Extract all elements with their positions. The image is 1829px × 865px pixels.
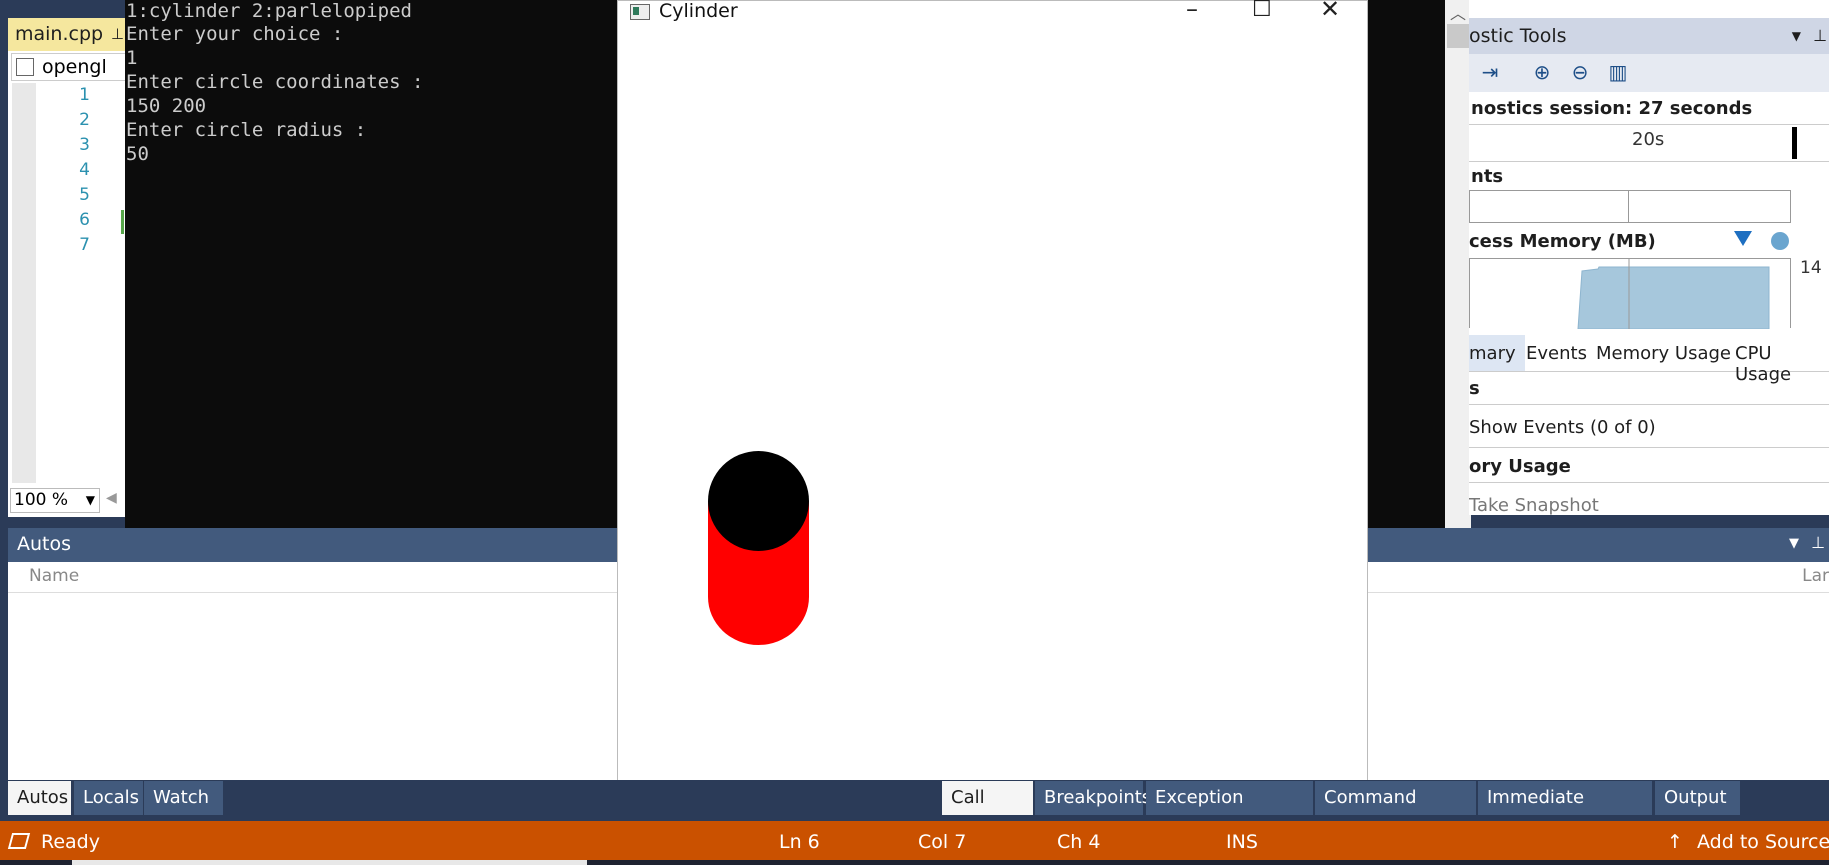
status-ready: Ready (41, 831, 100, 853)
scroll-thumb[interactable] (1447, 24, 1469, 48)
memory-label: cess Memory (MB) (1469, 231, 1656, 252)
timeline-cursor (1792, 127, 1797, 159)
pin-icon[interactable]: ⊥ (111, 18, 124, 51)
zoom-in-icon[interactable]: ⊕ (1529, 59, 1555, 85)
snapshot-marker-icon (1734, 231, 1752, 246)
line-number: 2 (79, 110, 90, 130)
tab-exception-settings[interactable]: Exception Settings (1146, 781, 1313, 842)
memory-usage-header: ory Usage (1469, 456, 1571, 477)
line-number: 7 (79, 235, 90, 255)
navigation-combo[interactable]: opengl (11, 53, 126, 81)
cylinder-window[interactable]: Cylinder – ☐ ✕ (617, 0, 1368, 782)
console-line: 1:cylinder 2:parlelopiped (126, 0, 412, 22)
cylinder-top (708, 451, 809, 551)
console-line: 1 (126, 47, 138, 69)
tab-locals[interactable]: Locals (74, 781, 143, 815)
project-icon (16, 58, 34, 76)
diagnostic-tabs: mary Events Memory Usage CPU Usage (1469, 335, 1829, 385)
line-number: 5 (79, 185, 90, 205)
console-line: Enter your choice : (126, 23, 344, 45)
tab-events[interactable]: Events (1526, 343, 1587, 364)
export-icon[interactable]: ⇥ (1477, 59, 1503, 85)
memory-graph[interactable] (1469, 258, 1791, 329)
memory-area (1577, 266, 1770, 329)
console-line: Enter circle coordinates : (126, 71, 424, 93)
diagnostic-toolbar: ⇥ ⊕ ⊖ ▥ (1469, 54, 1829, 92)
column-language[interactable]: Lar (1802, 566, 1829, 586)
line-number: 6 (79, 210, 90, 230)
line-number: 3 (79, 135, 90, 155)
chevron-down-icon[interactable]: ▼ (1792, 18, 1801, 54)
console-line: 150 200 (126, 95, 207, 117)
gc-marker-icon (1771, 232, 1789, 250)
tab-immediate-window[interactable]: Immediate Window (1478, 781, 1652, 842)
line-number: 4 (79, 160, 90, 180)
tab-cpu-usage[interactable]: CPU Usage (1735, 343, 1829, 385)
tab-output[interactable]: Output (1655, 781, 1740, 815)
status-bar: Ready Ln 6 Col 7 Ch 4 INS ↑ Add to Sourc… (0, 821, 1829, 865)
tab-memory-usage[interactable]: Memory Usage (1596, 343, 1731, 364)
chart-icon[interactable]: ▥ (1605, 59, 1631, 85)
line-number: 1 (79, 85, 90, 105)
pin-icon[interactable]: ⊥ (1811, 533, 1825, 552)
take-snapshot-button[interactable]: Take Snapshot (1469, 495, 1599, 516)
zoom-out-icon[interactable]: ⊖ (1567, 59, 1593, 85)
tab-command-window[interactable]: Command Window (1315, 781, 1476, 842)
status-line: Ln 6 (779, 831, 820, 853)
zoom-value: 100 % (14, 490, 69, 510)
show-events-link[interactable]: Show Events (0 of 0) (1469, 417, 1656, 438)
events-label: nts (1471, 166, 1504, 187)
status-column: Col 7 (918, 831, 967, 853)
gl-canvas (708, 451, 809, 645)
add-to-source-control-button[interactable]: Add to Source C (1697, 831, 1829, 853)
session-label: nostics session: 27 seconds (1471, 98, 1753, 119)
chevron-down-icon[interactable]: ▼ (1789, 536, 1799, 551)
timeline-label: 20s (1632, 129, 1665, 150)
scroll-up-icon[interactable]: ︿ (1450, 0, 1466, 24)
upload-icon[interactable]: ↑ (1667, 831, 1683, 853)
timeline-ruler[interactable]: 20s (1469, 124, 1829, 162)
events-track[interactable] (1469, 190, 1791, 223)
editor-gutter (12, 83, 36, 483)
diagnostic-tools-header: ostic Tools ▼ ⊥ (1469, 18, 1829, 54)
status-icon (7, 833, 31, 849)
scroll-left-icon[interactable]: ◀ (106, 490, 117, 506)
autos-title: Autos (17, 533, 72, 555)
change-marker (121, 210, 124, 234)
cylinder-bottom (708, 549, 809, 645)
console-line: 50 (126, 143, 149, 165)
console-line: Enter circle radius : (126, 119, 367, 141)
diagnostic-tools-title: ostic Tools (1469, 25, 1567, 47)
taskbar-strip (0, 860, 1829, 865)
tab-watch-1[interactable]: Watch 1 (144, 781, 223, 842)
tab-main-cpp[interactable]: main.cpp ⊥ (8, 18, 126, 51)
status-ins: INS (1226, 831, 1258, 853)
memory-max-value: 14 (1800, 258, 1822, 278)
tab-autos[interactable]: Autos (8, 781, 71, 815)
zoom-combo[interactable]: 100 % ▼ (10, 488, 100, 513)
status-char: Ch 4 (1057, 831, 1101, 853)
tab-label: main.cpp (15, 23, 104, 45)
chevron-down-icon: ▼ (85, 493, 95, 507)
tab-breakpoints[interactable]: Breakpoints (1035, 781, 1151, 815)
events-section-header: s (1469, 378, 1480, 399)
tab-summary[interactable]: mary (1469, 343, 1516, 364)
take-snapshot-row[interactable]: Take Snapshot (1469, 482, 1829, 516)
nav-combo-label: opengl (42, 56, 107, 78)
show-events-row[interactable]: Show Events (0 of 0) (1469, 404, 1829, 448)
column-name[interactable]: Name (29, 566, 79, 586)
pin-icon[interactable]: ⊥ (1813, 18, 1827, 54)
tab-call-stack[interactable]: Call Stack (942, 781, 1033, 842)
